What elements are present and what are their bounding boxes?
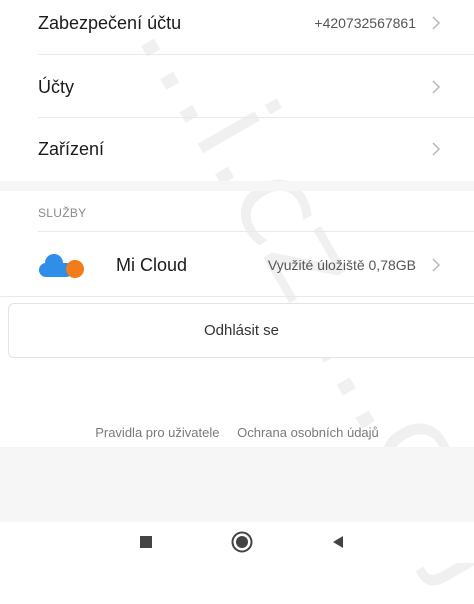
chevron-right-icon xyxy=(426,257,446,273)
mi-cloud-icon xyxy=(38,250,88,280)
chevron-right-icon xyxy=(426,15,446,31)
divider xyxy=(38,54,474,55)
mi-cloud-row[interactable]: Mi Cloud Využité úložiště 0,78GB xyxy=(116,234,446,296)
account-security-phone: +420732567861 xyxy=(314,15,416,31)
accounts-row[interactable]: Účty xyxy=(38,56,446,118)
account-security-title: Zabezpečení účtu xyxy=(38,12,182,33)
chevron-right-icon xyxy=(426,141,446,157)
services-section-label: SLUŽBY xyxy=(38,206,87,220)
home-circle-icon[interactable] xyxy=(230,530,254,554)
devices-row[interactable]: Zařízení xyxy=(38,118,446,180)
section-separator xyxy=(0,181,474,191)
divider xyxy=(38,231,474,232)
footer-links: Pravidla pro uživatele Ochrana osobních … xyxy=(0,425,474,440)
mi-cloud-storage: Využité úložiště 0,78GB xyxy=(267,257,416,273)
account-security-row[interactable]: Zabezpečení účtu +420732567861 xyxy=(38,0,446,54)
divider xyxy=(0,296,474,297)
recent-apps-square-icon[interactable] xyxy=(134,530,158,554)
bottom-spacer xyxy=(0,447,474,522)
logout-button[interactable]: Odhlásit se xyxy=(8,303,474,358)
system-nav-bar xyxy=(0,522,474,563)
accounts-title: Účty xyxy=(38,76,74,97)
terms-link[interactable]: Pravidla pro uživatele xyxy=(95,425,219,440)
chevron-right-icon xyxy=(426,79,446,95)
privacy-link[interactable]: Ochrana osobních údajů xyxy=(237,425,379,440)
devices-title: Zařízení xyxy=(38,138,105,159)
back-triangle-icon[interactable] xyxy=(326,530,350,554)
mi-cloud-title: Mi Cloud xyxy=(116,254,188,275)
